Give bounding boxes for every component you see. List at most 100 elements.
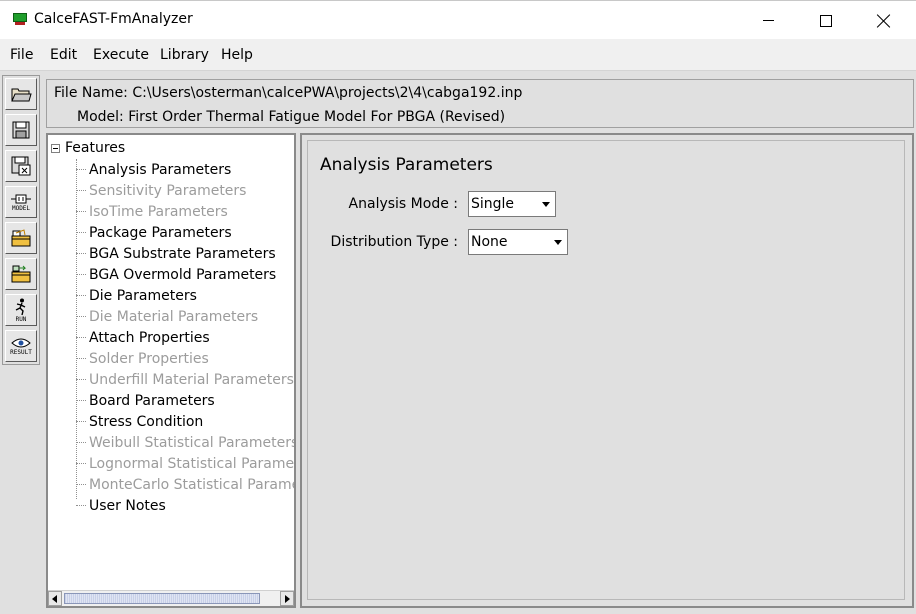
tree-connector [76,295,86,296]
tree-item[interactable]: Analysis Parameters [76,159,231,180]
tree-item[interactable]: Sensitivity Parameters [76,180,246,201]
tree-item-label: Stress Condition [89,413,204,430]
model-icon [11,194,31,203]
tree-item-label: Lognormal Statistical Parameters [89,455,295,472]
tree-connector [76,253,86,254]
distribution-type-value: None [471,234,508,250]
tree-connector [76,316,86,317]
run-button[interactable]: RUN [5,294,37,326]
menu-file[interactable]: File [10,47,33,63]
tree-root-label: Features [65,140,126,156]
dropdown-arrow-icon [542,202,550,207]
tree-connector [76,169,86,170]
tree-connector [76,442,86,443]
content-panel: Analysis Parameters Analysis Mode : Sing… [300,133,914,608]
tree-connector [76,211,86,212]
tree-item-label: BGA Substrate Parameters [89,245,276,262]
tree-item[interactable]: User Notes [76,495,166,516]
scroll-thumb[interactable] [64,593,260,604]
analysis-mode-value: Single [471,196,515,212]
distribution-type-select[interactable]: None [468,229,568,255]
tree-item-label: Underfill Material Parameters [89,371,294,388]
dropdown-arrow-icon [554,240,562,245]
file-info-panel: File Name: C:\Users\osterman\calcePWA\pr… [46,79,914,128]
import-library-icon [11,265,31,283]
save-disk-icon [12,121,30,139]
tree-item-label: Attach Properties [89,329,210,346]
tree-item[interactable]: Solder Properties [76,348,209,369]
import-library-button[interactable] [5,258,37,290]
tree-item[interactable]: MonteCarlo Statistical Parameters [76,474,294,495]
title-bar: CalceFAST-FmAnalyzer [0,0,916,39]
tree-connector [76,379,86,380]
tree-item[interactable]: Die Material Parameters [76,306,258,327]
analysis-mode-select[interactable]: Single [468,191,556,217]
maximize-button[interactable] [803,1,849,40]
tree-item-label: Sensitivity Parameters [89,182,247,199]
collapse-icon[interactable] [51,143,60,153]
tree-item[interactable]: Weibull Statistical Parameters [76,432,296,453]
tree-connector [76,190,86,191]
result-eye-icon [11,338,31,347]
tree-item[interactable]: Lognormal Statistical Parameters [76,453,295,474]
tree-item-label: Die Material Parameters [89,308,259,325]
tree-item[interactable]: Package Parameters [76,222,232,243]
scroll-left-arrow-icon[interactable] [48,591,62,606]
tree-connector [76,358,86,359]
maximize-icon [820,14,832,27]
horizontal-scrollbar[interactable] [48,590,294,606]
tree-item-label: Weibull Statistical Parameters [89,434,296,451]
app-icon [13,13,27,26]
run-icon [15,298,26,315]
feature-tree: Features Analysis Parameters Sensitivity … [46,133,296,608]
menu-bar: File Edit Execute Library Help [0,39,916,71]
tree-item[interactable]: BGA Substrate Parameters [76,243,276,264]
window-title: CalceFAST-FmAnalyzer [34,11,193,27]
menu-library[interactable]: Library [160,47,209,63]
close-button[interactable] [861,1,907,40]
tree-item[interactable]: Underfill Material Parameters [76,369,294,390]
open-folder-icon [11,88,32,102]
model-name-text: Model: First Order Thermal Fatigue Model… [77,109,506,125]
tree-connector [76,463,86,464]
tree-item-label: Package Parameters [89,224,232,241]
minimize-icon [762,20,774,21]
distribution-type-label: Distribution Type : [330,234,458,250]
menu-help[interactable]: Help [221,47,253,63]
tree-root-features[interactable]: Features [51,139,125,157]
tree-item[interactable]: Attach Properties [76,327,210,348]
run-button-label: RUN [15,315,27,323]
tree-item[interactable]: Board Parameters [76,390,215,411]
file-name-text: File Name: C:\Users\osterman\calcePWA\pr… [54,85,523,101]
tree-connector [76,337,86,338]
tree-connector [76,232,86,233]
tree-item-label: Board Parameters [89,392,215,409]
tree-item-label: Die Parameters [89,287,197,304]
tree-item[interactable]: Stress Condition [76,411,203,432]
tree-item[interactable]: IsoTime Parameters [76,201,228,222]
open-library-icon [11,229,31,247]
menu-execute[interactable]: Execute [93,47,149,63]
open-library-button[interactable] [5,222,37,254]
tree-item[interactable]: BGA Overmold Parameters [76,264,276,285]
tree-item[interactable]: Die Parameters [76,285,197,306]
model-button[interactable]: MODEL [5,186,37,218]
save-button[interactable] [5,114,37,146]
tree-connector [76,484,86,485]
tree-item-label: IsoTime Parameters [89,203,228,220]
tree-connector [76,274,86,275]
minimize-button[interactable] [745,1,791,40]
tree-item-label: Solder Properties [89,350,209,367]
form-title: Analysis Parameters [320,155,493,175]
tree-item-label: MonteCarlo Statistical Parameters [89,476,294,493]
menu-edit[interactable]: Edit [50,47,77,63]
result-button[interactable]: RESULT [5,330,37,362]
tree-item-label: BGA Overmold Parameters [89,266,277,283]
client-area: MODEL RUN RESULT File Name: C:\Users\ost… [0,71,916,614]
tree-connector [76,400,86,401]
open-button[interactable] [5,78,37,110]
tree-item-label: User Notes [89,497,166,514]
scroll-right-arrow-icon[interactable] [280,591,294,606]
tree-item-label: Analysis Parameters [89,161,232,178]
save-as-button[interactable] [5,150,37,182]
